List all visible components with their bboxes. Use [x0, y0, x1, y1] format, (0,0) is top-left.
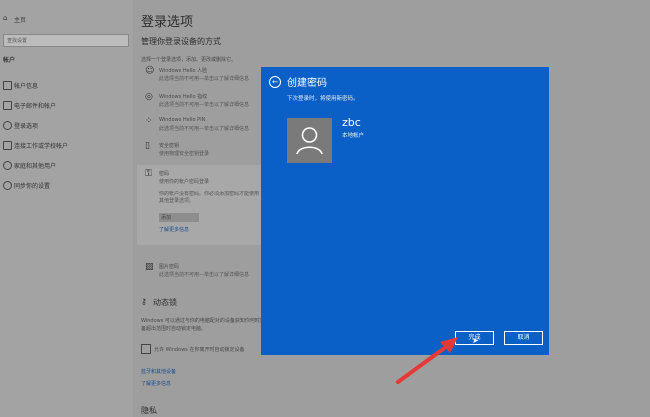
back-arrow-icon[interactable]: ← [269, 76, 281, 88]
home-item[interactable]: ⌂ 主页 [3, 14, 123, 24]
annotation-arrow [396, 337, 458, 384]
sidebar-item-work-school[interactable]: 连接工作或学校帐户 [0, 138, 133, 152]
option-fingerprint[interactable]: ◎ Windows Hello 指纹 此选项当前不可用—单击以了解详细信息 [145, 93, 257, 109]
pin-icon: ⁘ [145, 116, 153, 126]
key-icon: ⚿ [145, 169, 152, 179]
account-type: 本地帐户 [342, 133, 365, 139]
intro-text: 选择一个登录选项，添加、更改或删除它。 [141, 57, 237, 63]
dynamic-lock-heading: ⚷ 动态锁 [141, 297, 177, 307]
dynamic-lock-checkbox[interactable] [141, 344, 151, 354]
home-icon: ⌂ [3, 14, 8, 22]
create-password-dialog [261, 67, 549, 355]
sidebar-item-family[interactable]: 家庭和其他用户 [0, 158, 133, 172]
user-icon [296, 127, 323, 155]
option-password[interactable]: ⚿ 密码 使用你的帐户密码登录 [145, 170, 257, 186]
lock-icon: ⚷ [141, 297, 147, 306]
home-label: 主页 [14, 17, 27, 24]
bluetooth-link[interactable]: 蓝牙和其他设备 [141, 368, 176, 375]
sidebar: ⌂ 主页 查找设置 帐户 帐户信息 电子邮件和帐户 登录选项 连接工作或学校帐户… [0, 0, 133, 417]
face-icon: ☺ [145, 66, 155, 76]
add-password-button[interactable]: 添加 [159, 213, 199, 222]
search-placeholder: 查找设置 [7, 38, 28, 44]
person-card-icon [3, 81, 12, 90]
sidebar-item-account-info[interactable]: 帐户信息 [0, 78, 133, 92]
sidebar-item-sync[interactable]: 同步你的设置 [0, 178, 133, 192]
learn-more-link[interactable]: 了解更多信息 [141, 380, 171, 387]
mail-icon [3, 101, 12, 110]
privacy-heading: 隐私 [141, 406, 157, 415]
page-title: 登录选项 [141, 15, 194, 30]
fingerprint-icon: ◎ [145, 92, 153, 102]
sidebar-item-sign-in-options[interactable]: 登录选项 [0, 118, 133, 132]
image-icon: ▨ [145, 262, 154, 272]
user-name: zbc [342, 116, 361, 129]
option-face[interactable]: ☺ Windows Hello 人脸 此选项当前不可用—单击以了解详细信息 [145, 67, 257, 83]
sync-icon [3, 181, 12, 190]
key-icon [3, 121, 12, 130]
dialog-title: 创建密码 [287, 78, 327, 89]
dynamic-lock-desc-1: Windows 可以通过与你的电脑配对的设备获知你何时离开，并 [141, 318, 280, 324]
people-icon [3, 161, 12, 170]
sidebar-item-email[interactable]: 电子邮件和帐户 [0, 98, 133, 112]
briefcase-icon [3, 141, 12, 150]
page-subtitle: 管理你登录设备的方式 [141, 37, 221, 46]
usb-key-icon: ▯ [145, 141, 150, 151]
password-note: 你的帐户没有密码。你必须添加密码才能使用其他登录选项。 [159, 191, 259, 204]
dialog-subtitle: 下次登录时，将使用新密码。 [287, 96, 359, 102]
dynamic-lock-checkbox-label: 允许 Windows 在你离开时自动锁定设备 [154, 347, 245, 353]
option-security-key[interactable]: ▯ 安全密钥 使用物理安全密钥登录 [145, 142, 257, 160]
password-learn-more-link[interactable]: 了解更多信息 [159, 226, 189, 233]
section-heading: 帐户 [3, 57, 16, 64]
search-input[interactable]: 查找设置 [3, 34, 129, 47]
cancel-button[interactable]: 取消 [504, 331, 543, 345]
option-pin[interactable]: ⁘ Windows Hello PIN 此选项当前不可用—单击以了解详细信息 [145, 117, 257, 133]
dynamic-lock-desc-2: 备超出范围时自动锁定电脑。 [141, 326, 207, 332]
option-picture-password[interactable]: ▨ 图片密码 此选项当前不可用—单击以了解详细信息 [145, 263, 257, 279]
avatar [287, 118, 332, 163]
